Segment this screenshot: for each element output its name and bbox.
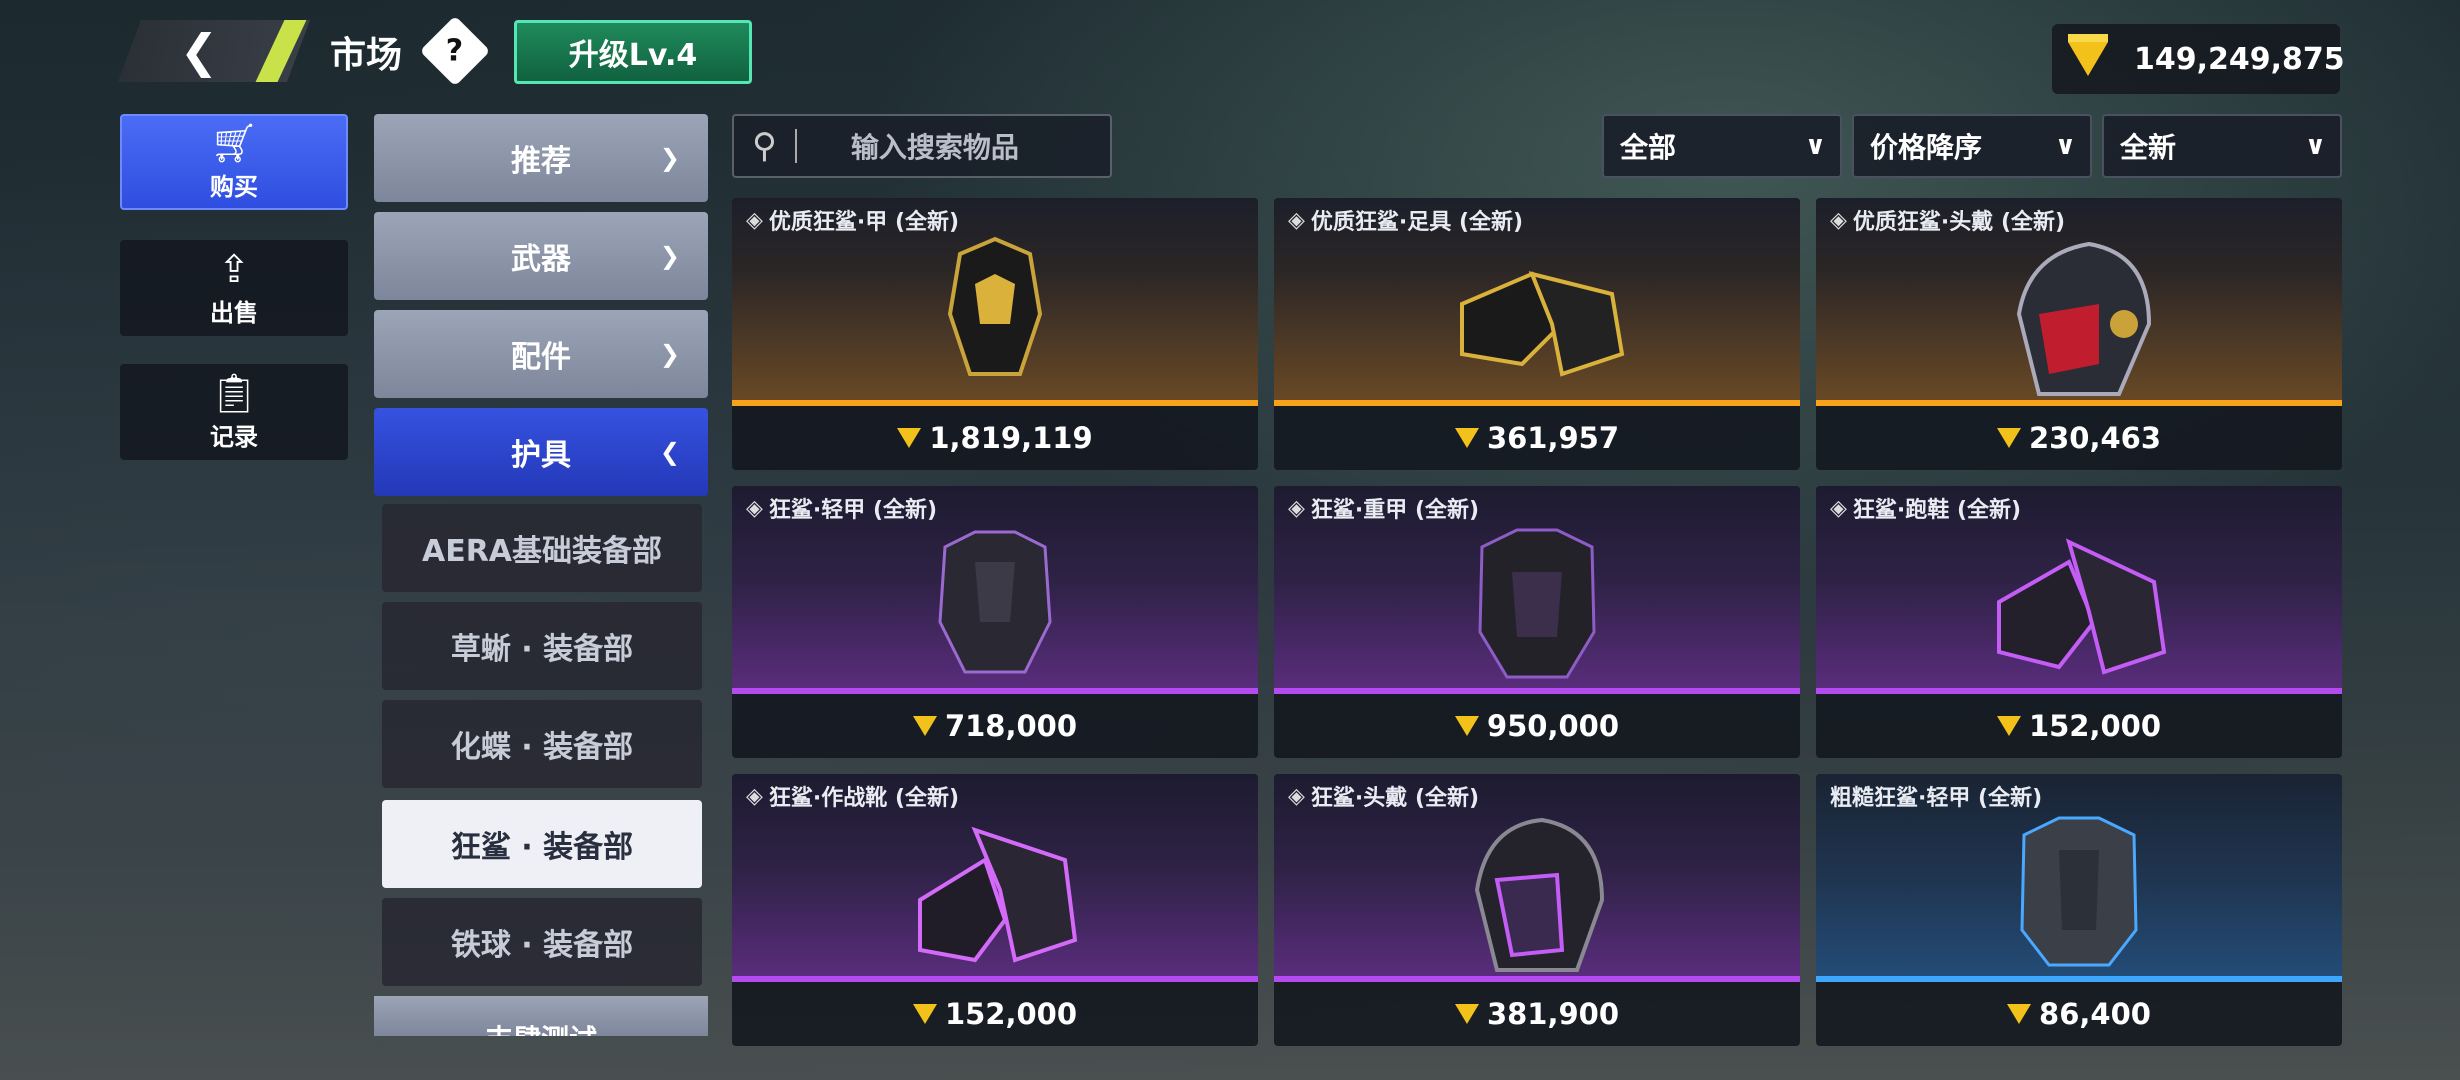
back-button[interactable]: ❮ [118,20,310,82]
item-price: 361,957 [1274,406,1800,470]
subcategory-caoxi[interactable]: 草蜥 · 装备部 [382,602,702,690]
item-card[interactable]: ◈ 狂鲨·重甲 (全新) 950,000 [1274,486,1800,758]
search-divider [794,129,797,163]
gem-icon [1996,716,2021,736]
item-card[interactable]: ◈ 优质狂鲨·足具 (全新) 361,957 [1274,198,1800,470]
item-name: ◈ 狂鲨·轻甲 (全新) [746,495,938,524]
item-price: 86,400 [1816,982,2342,1046]
category-recommend[interactable]: 推荐 ❯ [374,114,708,202]
search-icon: ⚲ [752,126,777,166]
category-attachments[interactable]: 配件 ❯ [374,310,708,398]
subcategory-kuangsha[interactable]: 狂鲨 · 装备部 [382,800,702,888]
sidebar-item-sell[interactable]: ⇪ 出售 [120,240,348,336]
item-name: ◈ 狂鲨·跑鞋 (全新) [1830,495,2022,524]
item-name: ◈ 狂鲨·重甲 (全新) [1288,495,1480,524]
back-button-stripe [255,20,307,82]
helmet-icon [2016,241,2152,396]
gem-icon [2068,34,2108,76]
item-card[interactable]: ◈ 狂鲨·轻甲 (全新) 718,000 [732,486,1258,758]
boots-icon [1997,538,2167,675]
item-price: 152,000 [1816,694,2342,758]
chevron-left-icon: ❮ [179,24,219,78]
item-card[interactable]: ◈ 狂鲨·跑鞋 (全新) 152,000 [1816,486,2342,758]
item-price: 1,819,119 [732,406,1258,470]
shark-brand-icon: ◈ [1288,207,1305,233]
boots-icon [1460,271,1625,377]
shark-brand-icon: ◈ [746,207,763,233]
help-icon[interactable]: ? [419,15,491,87]
category-cut-off[interactable]: 丰肆测试 [374,996,708,1036]
item-price: 230,463 [1816,406,2342,470]
filter-sort-dropdown[interactable]: 价格降序 ∨ [1852,114,2092,178]
helmet-icon [1474,817,1605,972]
category-weapons[interactable]: 武器 ❯ [374,212,708,300]
item-price: 152,000 [732,982,1258,1046]
shark-brand-icon: ◈ [746,783,763,809]
search-placeholder: 输入搜索物品 [850,131,1019,164]
item-name: ◈ 狂鲨·头戴 (全新) [1288,783,1480,812]
gem-icon [912,716,937,736]
armor-icon [947,236,1043,376]
item-price: 381,900 [1274,982,1800,1046]
item-card[interactable]: ◈ 狂鲨·头戴 (全新) 381,900 [1274,774,1800,1046]
chevron-down-icon: ❯ [659,144,680,172]
currency-value: 149,249,875 [2134,41,2345,77]
filter-condition-dropdown[interactable]: 全新 ∨ [2102,114,2342,178]
item-price: 718,000 [732,694,1258,758]
shark-brand-icon: ◈ [1288,783,1305,809]
sidebar-item-records[interactable]: 📋︎ 记录 [120,364,348,460]
subcategory-aera[interactable]: AERA基础装备部 [382,504,702,592]
category-armor[interactable]: 护具 ❮ [374,408,708,496]
item-card[interactable]: 粗糙狂鲨·轻甲 (全新) 86,400 [1816,774,2342,1046]
item-card[interactable]: ◈ 优质狂鲨·头戴 (全新) 230,463 [1816,198,2342,470]
item-price: 950,000 [1274,694,1800,758]
clipboard-icon: 📋︎ [209,370,259,415]
chevron-up-icon: ❮ [659,438,680,466]
item-name: ◈ 狂鲨·作战靴 (全新) [746,783,960,812]
subcategory-huadie[interactable]: 化蝶 · 装备部 [382,700,702,788]
shark-brand-icon: ◈ [746,495,763,521]
item-name: ◈ 优质狂鲨·足具 (全新) [1288,207,1524,236]
armor-icon [938,530,1052,674]
item-name: 粗糙狂鲨·轻甲 (全新) [1830,786,2043,811]
filter-type-dropdown[interactable]: 全部 ∨ [1602,114,1842,178]
chevron-down-icon: ∨ [2304,131,2326,161]
gem-icon [1996,428,2021,448]
item-name: ◈ 优质狂鲨·头戴 (全新) [1830,207,2066,236]
shark-brand-icon: ◈ [1830,207,1847,233]
chevron-down-icon: ∨ [2054,131,2076,161]
page-title: 市场 [330,35,403,76]
armor-icon [1478,528,1596,679]
chevron-down-icon: ∨ [1804,131,1826,161]
gem-icon [2007,1004,2032,1024]
gem-icon [897,428,922,448]
chevron-down-icon: ❯ [659,340,680,368]
gem-icon [1454,1004,1479,1024]
shark-brand-icon: ◈ [1288,495,1305,521]
upload-icon: ⇪ [218,246,250,291]
vest-icon [2020,816,2138,967]
currency-display: 149,249,875 [2052,24,2345,94]
subcategory-tieqiu[interactable]: 铁球 · 装备部 [382,898,702,986]
cart-icon: 🛒︎ [209,120,259,165]
item-card[interactable]: ◈ 狂鲨·作战靴 (全新) 152,000 [732,774,1258,1046]
gem-icon [912,1004,937,1024]
gem-icon [1454,428,1479,448]
shark-brand-icon: ◈ [1830,495,1847,521]
boots-icon [918,826,1078,963]
item-card[interactable]: ◈ 优质狂鲨·甲 (全新) 1,819,119 [732,198,1258,470]
level-upgrade-button[interactable]: 升级Lv.4 [514,20,752,84]
search-input[interactable]: ⚲ 输入搜索物品 [732,114,1112,178]
item-name: ◈ 优质狂鲨·甲 (全新) [746,207,960,236]
sidebar-item-buy[interactable]: 🛒︎ 购买 [120,114,348,210]
chevron-down-icon: ❯ [659,242,680,270]
gem-icon [1454,716,1479,736]
